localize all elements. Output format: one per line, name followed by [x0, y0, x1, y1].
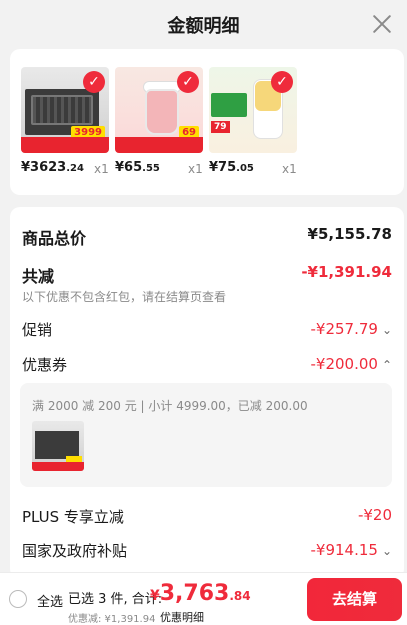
- promo-band: [115, 137, 203, 153]
- product-image: 3999 ✓: [21, 67, 109, 153]
- product-qty: x1: [188, 162, 203, 176]
- green-label: [211, 93, 247, 117]
- product-qty: x1: [282, 162, 297, 176]
- coupon-value-wrap: -¥200.00 ⌃: [310, 354, 392, 373]
- product-qty: x1: [94, 162, 109, 176]
- dishwasher-shape: [35, 431, 79, 459]
- coupon-value: -¥200.00: [310, 355, 378, 373]
- product-item[interactable]: 79 ✓ ¥75.05 x1: [209, 67, 297, 176]
- promo-value: -¥257.79: [310, 320, 378, 338]
- coupon-detail-box: 满 2000 减 200 元 | 小计 4999.00，已减 200.00: [20, 383, 392, 487]
- detail-card: 商品总价 ¥5,155.78 共减 -¥1,391.94 以下优惠不包含红包，请…: [10, 207, 404, 579]
- chevron-up-icon[interactable]: ⌃: [382, 358, 392, 372]
- gov-subsidy-value-wrap: -¥914.15 ⌄: [310, 540, 392, 559]
- gov-subsidy-label: 国家及政府补贴: [22, 542, 128, 560]
- reduce-value: -¥1,391.94: [301, 263, 392, 281]
- reduce-note: 以下优惠不包含红包，请在结算页查看: [22, 290, 227, 304]
- coupon-product-image: [32, 421, 84, 471]
- checkmark-icon: ✓: [83, 71, 105, 93]
- total-amount: ¥3,763.84: [150, 581, 251, 606]
- price-tag: 79: [211, 121, 230, 133]
- products-card: 3999 ✓ ¥3623.24 x1 69 ✓ ¥65.55 x1 79 ✓ ¥…: [10, 49, 404, 195]
- product-price: ¥75.05: [209, 160, 254, 175]
- coupon-detail-text: 满 2000 减 200 元 | 小计 4999.00，已减 200.00: [32, 399, 308, 413]
- sheet-header: 金额明细: [0, 0, 407, 48]
- chevron-down-icon[interactable]: ⌄: [382, 544, 392, 558]
- select-all-label[interactable]: 全选: [37, 591, 63, 610]
- product-item[interactable]: 3999 ✓ ¥3623.24 x1: [21, 67, 109, 176]
- select-all-radio[interactable]: [9, 590, 27, 608]
- jar-shape: [145, 89, 179, 135]
- reduce-label: 共减: [22, 267, 55, 286]
- dishwasher-rack: [31, 95, 93, 125]
- chevron-down-icon[interactable]: ⌄: [382, 323, 392, 337]
- product-price: ¥3623.24: [21, 160, 84, 175]
- total-price-value: ¥5,155.78: [307, 225, 392, 243]
- plus-label: PLUS 专享立减: [22, 508, 124, 526]
- product-price: ¥65.55: [115, 160, 160, 175]
- promo-label: 促销: [22, 321, 53, 339]
- checkmark-icon: ✓: [177, 71, 199, 93]
- product-image: 69 ✓: [115, 67, 203, 153]
- gov-subsidy-value: -¥914.15: [310, 541, 378, 559]
- discount-summary: 优惠减: ¥1,391.94: [68, 614, 156, 625]
- bottom-bar: 全选 已选 3 件, 合计: ¥3,763.84 优惠减: ¥1,391.94 …: [0, 572, 407, 625]
- discount-detail-link[interactable]: 优惠明细: [160, 609, 204, 625]
- product-item[interactable]: 69 ✓ ¥65.55 x1: [115, 67, 203, 176]
- product-image: 79 ✓: [209, 67, 297, 153]
- plus-value: -¥20: [357, 506, 392, 524]
- promo-band: [32, 462, 84, 471]
- promo-value-wrap: -¥257.79 ⌄: [310, 319, 392, 338]
- coupon-label: 优惠券: [22, 356, 68, 374]
- page-title: 金额明细: [167, 16, 240, 37]
- close-icon[interactable]: [369, 11, 395, 37]
- selected-count-text: 已选 3 件, 合计:: [68, 592, 163, 607]
- promo-band: [21, 137, 109, 153]
- checkmark-icon: ✓: [271, 71, 293, 93]
- checkout-button[interactable]: 去结算: [307, 578, 402, 621]
- total-price-label: 商品总价: [22, 229, 87, 248]
